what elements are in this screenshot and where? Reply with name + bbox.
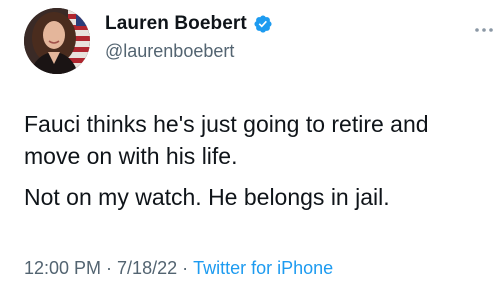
display-name-row: Lauren Boebert <box>105 12 273 36</box>
meta-separator: · <box>106 258 113 278</box>
display-name[interactable]: Lauren Boebert <box>105 13 247 35</box>
meta-separator: · <box>182 258 189 278</box>
profile-photo <box>24 8 90 74</box>
tweet-time[interactable]: 12:00 PM <box>24 258 101 278</box>
avatar[interactable] <box>24 8 90 74</box>
tweet-card: Lauren Boebert @laurenboebert Fauci thin… <box>0 0 500 296</box>
tweet-meta: 12:00 PM · 7/18/22 · Twitter for iPhone <box>24 258 333 279</box>
tweet-paragraph: Not on my watch. He belongs in jail. <box>24 184 390 210</box>
more-options-icon[interactable] <box>474 20 494 32</box>
tweet-text: Fauci thinks he's just going to retire a… <box>24 108 484 213</box>
tweet-source-link[interactable]: Twitter for iPhone <box>193 258 333 278</box>
verified-badge-icon <box>253 14 273 34</box>
tweet-header: Lauren Boebert @laurenboebert <box>24 6 494 76</box>
tweet-paragraph: Fauci thinks he's just going to retire a… <box>24 111 429 169</box>
author-names: Lauren Boebert @laurenboebert <box>105 12 273 62</box>
author-handle[interactable]: @laurenboebert <box>105 41 273 62</box>
tweet-date[interactable]: 7/18/22 <box>117 258 177 278</box>
